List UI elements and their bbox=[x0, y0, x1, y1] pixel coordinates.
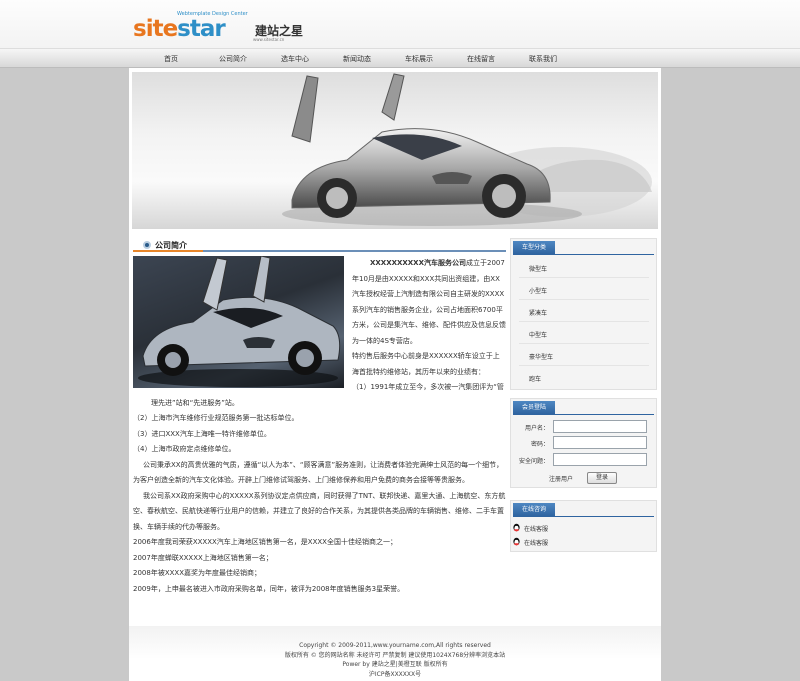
logo-word-site: site bbox=[133, 16, 178, 42]
article-lead: 成立于2007年10月是由XXXXX和XXX共同出资组建，由XX汽车授权经营上汽… bbox=[352, 259, 506, 345]
article-paragraph: 2008年被XXXX嘉奖为年度最佳经销商； bbox=[133, 569, 261, 577]
category-item-small[interactable]: 小型车 bbox=[529, 286, 547, 295]
site-footer: Copyright © 2009-2011,www.yourname.com,A… bbox=[129, 626, 661, 681]
company-article: XXXXXXXXXX汽车服务公司成立于2007年10月是由XXXXX和XXX共同… bbox=[133, 256, 506, 597]
hero-banner bbox=[132, 72, 658, 229]
category-item-compact[interactable]: 紧凑车 bbox=[529, 308, 547, 317]
car-category-title: 车型分类 bbox=[513, 241, 555, 254]
article-paragraph: 我公司系XX政府采购中心的XXXXX系列协议定点供应商，同时获得了TNT、联邦快… bbox=[133, 491, 506, 531]
nav-item-contact[interactable]: 联系我们 bbox=[513, 54, 573, 64]
nav-item-car-center[interactable]: 选车中心 bbox=[265, 54, 325, 64]
section-title: 公司简介 bbox=[155, 241, 187, 250]
username-input[interactable] bbox=[553, 420, 647, 433]
article-car-illustration bbox=[138, 256, 341, 387]
member-login-title: 会员登陆 bbox=[513, 401, 555, 414]
login-button[interactable]: 登录 bbox=[587, 472, 617, 484]
box-title-underline bbox=[513, 254, 654, 255]
main-content: 公司简介 XXXXXXXXXX汽车服务公司成立于2007年10月是由XXXXX和… bbox=[133, 238, 506, 620]
logo-subtitle: Webtemplate Design Center bbox=[177, 11, 248, 17]
footer-icp[interactable]: 沪ICP备XXXXXX号 bbox=[129, 670, 661, 680]
username-label: 用户名： bbox=[524, 425, 549, 432]
category-item-midsize[interactable]: 中型车 bbox=[529, 330, 547, 339]
category-item-mini[interactable]: 微型车 bbox=[529, 264, 547, 273]
password-input[interactable] bbox=[553, 436, 647, 449]
security-question-label: 安全问题： bbox=[518, 458, 549, 465]
category-divider bbox=[519, 277, 649, 278]
category-divider bbox=[519, 321, 649, 322]
online-service-title: 在线咨询 bbox=[513, 503, 555, 516]
nav-item-home[interactable]: 首页 bbox=[141, 54, 201, 64]
article-paragraph: （2）上海市汽车维修行业规范服务第一批达标单位。 bbox=[133, 414, 299, 422]
password-label: 密码： bbox=[530, 441, 549, 448]
category-item-sports[interactable]: 跑车 bbox=[529, 374, 541, 383]
car-category-box: 车型分类 微型车 小型车 紧凑车 中型车 豪华型车 跑车 bbox=[510, 238, 657, 390]
nav-item-brands[interactable]: 车标展示 bbox=[389, 54, 449, 64]
logo-word-star: star bbox=[177, 16, 226, 42]
footer-copyright: Copyright © 2009-2011,www.yourname.com,A… bbox=[299, 642, 491, 649]
logo-url: www.sitestar.cn bbox=[253, 37, 285, 42]
member-login-box: 会员登陆 用户名： 密码： 安全问题： 注册用户 登录 bbox=[510, 398, 657, 488]
site-logo[interactable]: sitestar Webtemplate Design Center 建站之星 … bbox=[133, 11, 313, 43]
logo-wordmark: sitestar bbox=[133, 16, 226, 42]
article-paragraph: 公司秉承XX的高贵优雅的气质，遵循“以人为本”、“顾客满意”服务准则，让消费者体… bbox=[133, 460, 504, 485]
nav-item-guestbook[interactable]: 在线留言 bbox=[451, 54, 511, 64]
nav-item-news[interactable]: 新闻动态 bbox=[327, 54, 387, 64]
article-paragraph: 2007年度蝉联XXXXX上海地区销售第一名； bbox=[133, 553, 273, 562]
category-divider bbox=[519, 365, 649, 366]
main-navigation: 首页 公司简介 选车中心 新闻动态 车标展示 在线留言 联系我们 bbox=[0, 48, 800, 68]
security-question-input[interactable] bbox=[553, 453, 647, 466]
qq-penguin-icon bbox=[513, 523, 520, 532]
bullet-icon bbox=[143, 241, 151, 249]
qq-penguin-icon bbox=[513, 537, 520, 546]
article-company-name: XXXXXXXXXX汽车服务公司 bbox=[370, 259, 466, 267]
sidebar: 车型分类 微型车 小型车 紧凑车 中型车 豪华型车 跑车 会员登陆 用户名： 密… bbox=[510, 238, 657, 620]
article-paragraph: 2006年度我司荣获XXXXX汽车上海地区销售第一名，是XXXX全国十佳经销商之… bbox=[133, 538, 397, 546]
site-header: sitestar Webtemplate Design Center 建站之星 … bbox=[0, 0, 800, 48]
section-header: 公司简介 bbox=[133, 238, 506, 252]
nav-item-about[interactable]: 公司简介 bbox=[203, 54, 263, 64]
online-service-box: 在线咨询 在线客服 在线客服 bbox=[510, 500, 657, 552]
article-paragraph: （3）进口XXX汽车上海唯一特许维修单位。 bbox=[133, 429, 271, 438]
box-title-underline bbox=[513, 516, 654, 517]
article-paragraph: （4）上海市政府定点维修单位。 bbox=[133, 445, 236, 453]
category-item-luxury[interactable]: 豪华型车 bbox=[529, 352, 553, 361]
footer-rights: 版权所有 © 您的网站名称 未经许可 严禁复制 建议使用1024X768分辨率浏… bbox=[284, 651, 506, 659]
banner-car-illustration bbox=[282, 73, 652, 226]
page-wrapper: 公司简介 XXXXXXXXXX汽车服务公司成立于2007年10月是由XXXXX和… bbox=[129, 68, 661, 626]
footer-powered-by: Power by 建站之星|美橙互联 版权所有 bbox=[342, 661, 448, 668]
category-divider bbox=[519, 299, 649, 300]
article-car-image bbox=[133, 256, 344, 388]
register-link[interactable]: 注册用户 bbox=[549, 474, 573, 483]
article-paragraph: 2009年，上申最名被进入市政府采购名单，同年，被评为2008年度销售服务3星荣… bbox=[133, 584, 405, 593]
box-title-underline bbox=[513, 414, 654, 415]
category-divider bbox=[519, 343, 649, 344]
service-link-label: 在线客服 bbox=[524, 526, 549, 533]
service-link-label: 在线客服 bbox=[524, 540, 549, 547]
